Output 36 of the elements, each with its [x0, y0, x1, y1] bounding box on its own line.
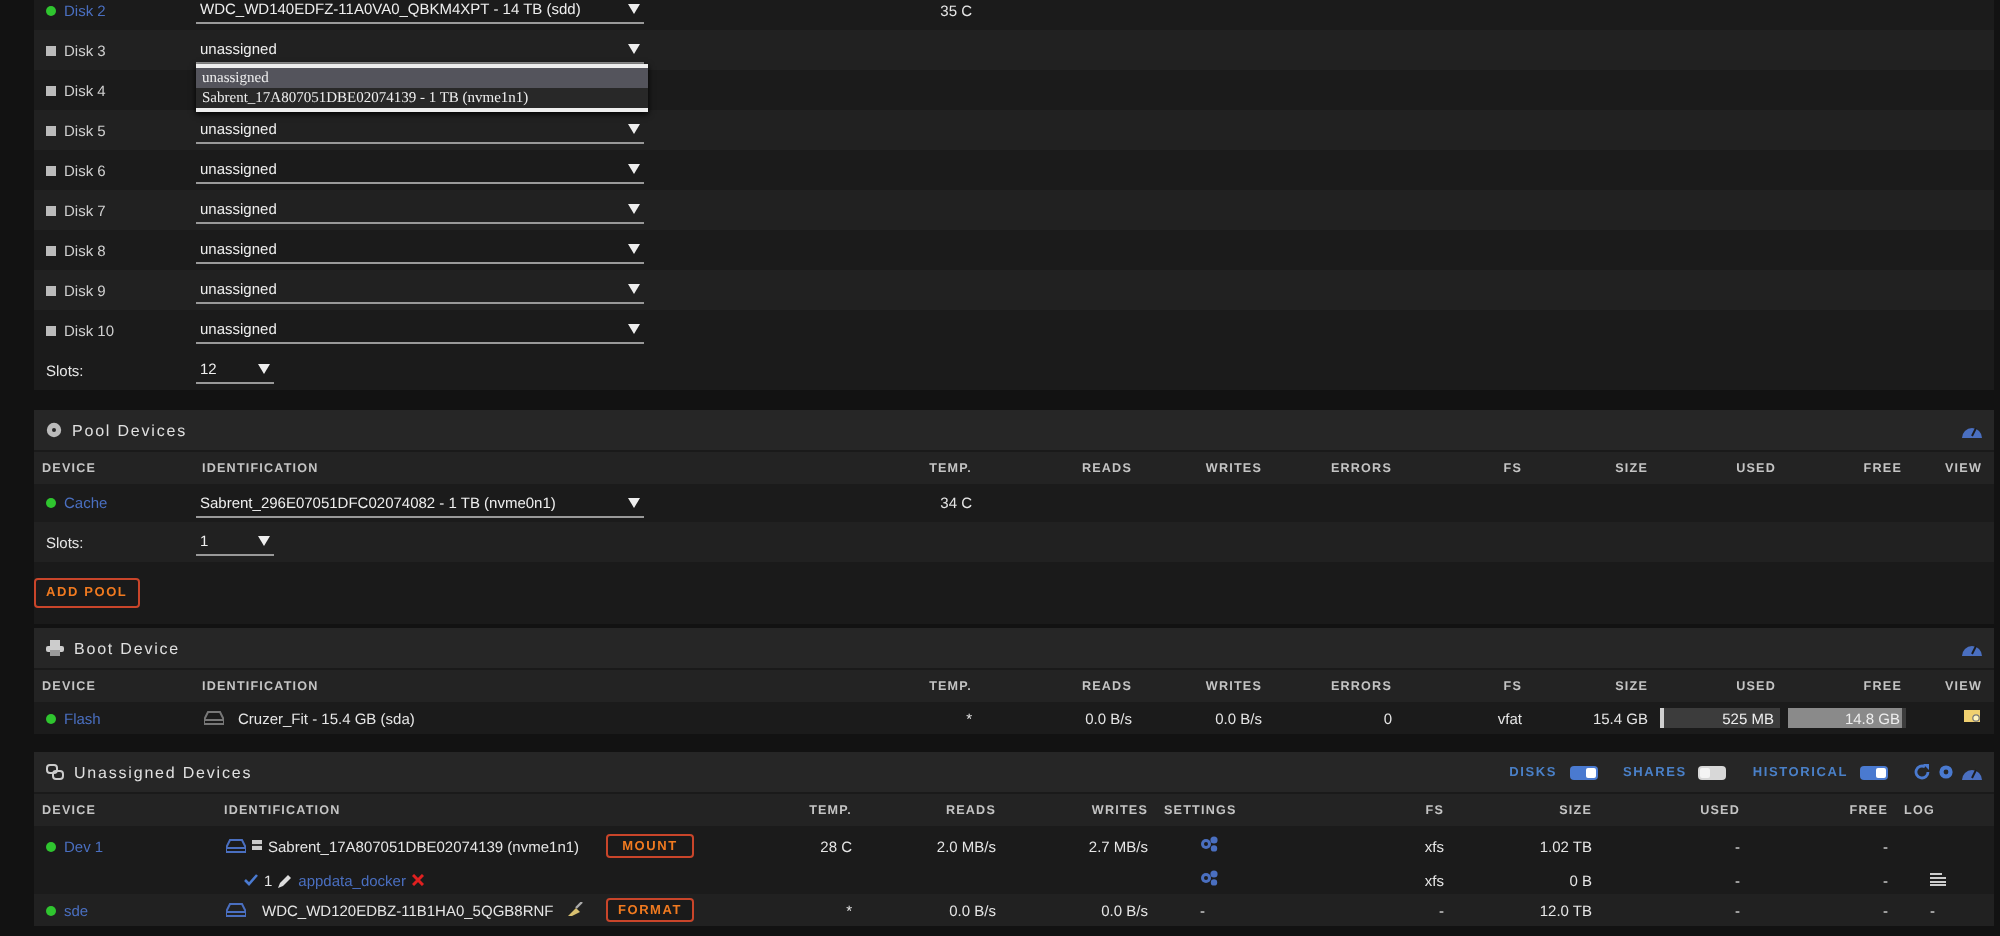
- caret-icon: [628, 124, 640, 134]
- hard-drive-icon: [226, 838, 246, 854]
- caret-icon: [628, 497, 640, 507]
- pencil-icon[interactable]: [278, 873, 293, 887]
- hard-drive-icon: [226, 902, 246, 918]
- hard-drive-icon: [204, 710, 224, 726]
- caret-icon: [628, 164, 640, 174]
- refresh-icon[interactable]: [1914, 764, 1930, 780]
- caret-icon: [628, 324, 640, 334]
- section-title: Pool Devices: [72, 421, 187, 439]
- caret-icon: [628, 244, 640, 254]
- gears-icon[interactable]: [1200, 836, 1218, 852]
- caret-icon: [628, 284, 640, 294]
- link-icon: [46, 764, 64, 780]
- caret-icon: [258, 536, 270, 546]
- disc-icon: [46, 422, 62, 438]
- printer-icon: [46, 640, 64, 656]
- dashboard-icon[interactable]: [1962, 640, 1982, 656]
- settings-icon[interactable]: [1938, 764, 1954, 780]
- caret-icon: [628, 204, 640, 214]
- caret-icon: [628, 44, 640, 54]
- partition-icon: [252, 839, 262, 849]
- close-icon[interactable]: [411, 874, 424, 886]
- section-title: Boot Device: [74, 639, 181, 657]
- caret-icon: [258, 364, 270, 374]
- toggle-switch[interactable]: [1860, 765, 1888, 779]
- section-title: Unassigned Devices: [74, 763, 253, 781]
- check-icon: [244, 874, 258, 886]
- caret-icon: [628, 4, 640, 14]
- dashboard-icon[interactable]: [1962, 422, 1982, 438]
- dashboard-icon[interactable]: [1962, 764, 1982, 780]
- gears-icon[interactable]: [1200, 870, 1218, 886]
- toggle-switch[interactable]: [1698, 765, 1727, 779]
- toggle-switch[interactable]: [1569, 765, 1597, 779]
- folder-search-icon[interactable]: [1964, 708, 1982, 724]
- log-icon[interactable]: [1930, 871, 1946, 885]
